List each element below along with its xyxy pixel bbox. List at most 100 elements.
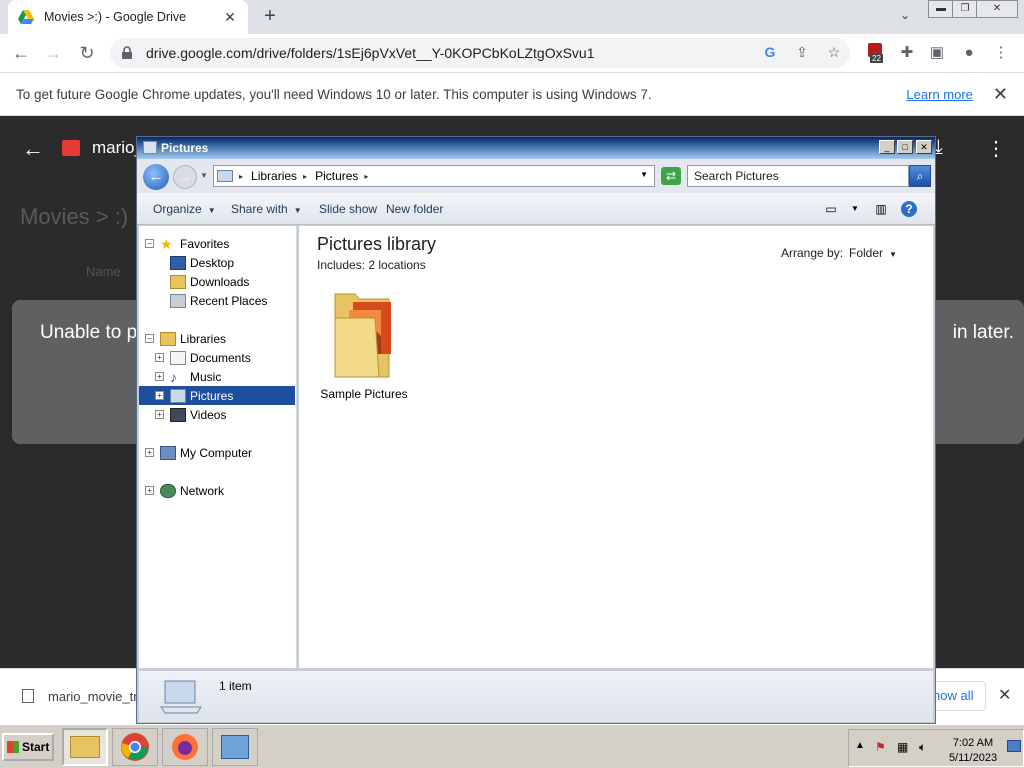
nav-favorites[interactable]: − ★ Favorites bbox=[145, 234, 301, 253]
infobar-close-icon[interactable]: ✕ bbox=[993, 84, 1008, 105]
profile-avatar-icon[interactable]: ● bbox=[958, 42, 980, 64]
nav-recent-places[interactable]: Recent Places bbox=[155, 291, 311, 310]
nav-pictures[interactable]: + Pictures bbox=[139, 386, 295, 405]
search-icon[interactable]: ⌕ bbox=[909, 165, 931, 187]
browser-tab[interactable]: Movies >:) - Google Drive ✕ bbox=[8, 0, 248, 34]
clock-time: 7:02 AM bbox=[952, 737, 994, 749]
nav-libraries[interactable]: − Libraries bbox=[145, 329, 301, 348]
action-center-icon[interactable]: ⚑ bbox=[875, 740, 886, 754]
name-column-header: Name bbox=[86, 264, 121, 279]
arrange-by-dropdown[interactable]: Folder ▼ bbox=[849, 246, 897, 260]
nav-videos[interactable]: + Videos bbox=[155, 405, 311, 424]
explorer-address-bar: ← → ▼ ▸ Libraries ▸ Pictures ▸ ▼ ⇄ Searc… bbox=[137, 159, 935, 193]
browser-toolbar: ← → ↻ drive.google.com/drive/folders/1sE… bbox=[0, 34, 1024, 72]
taskbar-firefox[interactable] bbox=[162, 728, 208, 766]
clock[interactable]: 7:02 AM 5/11/2023 bbox=[943, 736, 1003, 766]
help-icon[interactable]: ? bbox=[901, 201, 917, 217]
extensions-puzzle-icon[interactable]: ✚ bbox=[896, 42, 918, 64]
taskbar-explorer[interactable] bbox=[62, 728, 108, 766]
explorer-back-icon[interactable]: ← bbox=[143, 164, 169, 190]
preview-pane-icon[interactable]: ▥ bbox=[873, 201, 889, 217]
folder-item[interactable]: Sample Pictures bbox=[319, 288, 409, 401]
organize-button[interactable]: Organize ▼ bbox=[153, 202, 216, 216]
computer-icon bbox=[160, 445, 176, 460]
bookmark-star-icon[interactable]: ☆ bbox=[824, 42, 844, 62]
address-segment-libraries[interactable]: Libraries bbox=[251, 169, 297, 183]
update-infobar: To get future Google Chrome updates, you… bbox=[0, 72, 1024, 116]
nav-my-computer[interactable]: + My Computer bbox=[145, 443, 301, 462]
nav-documents[interactable]: + Documents bbox=[155, 348, 311, 367]
view-options-dropdown-icon[interactable]: ▼ bbox=[847, 201, 863, 217]
clock-date: 5/11/2023 bbox=[948, 752, 998, 764]
side-panel-icon[interactable]: ▣ bbox=[926, 42, 948, 64]
close-window-button[interactable]: ✕ bbox=[976, 0, 1018, 18]
firefox-icon bbox=[172, 734, 198, 760]
back-icon[interactable]: ← bbox=[10, 42, 32, 64]
taskbar-control-panel[interactable] bbox=[212, 728, 258, 766]
new-folder-button[interactable]: New folder bbox=[386, 202, 443, 216]
nav-downloads[interactable]: Downloads bbox=[155, 272, 311, 291]
explorer-titlebar[interactable]: Pictures _ □ ✕ bbox=[137, 137, 935, 159]
network-icon bbox=[160, 483, 176, 498]
tab-close-icon[interactable]: ✕ bbox=[222, 9, 238, 26]
extension-icon[interactable]: 22 bbox=[864, 42, 886, 64]
folder-icon bbox=[70, 736, 100, 758]
forward-icon[interactable]: → bbox=[42, 42, 64, 64]
start-button[interactable]: Start bbox=[2, 733, 54, 761]
desktop-icon bbox=[170, 255, 186, 270]
nav-network[interactable]: + Network bbox=[145, 481, 301, 500]
viewer-more-icon[interactable]: ⋮ bbox=[986, 136, 1006, 161]
download-bar-close-icon[interactable]: ✕ bbox=[998, 685, 1011, 705]
explorer-address-box[interactable]: ▸ Libraries ▸ Pictures ▸ ▼ bbox=[213, 165, 655, 187]
pictures-icon bbox=[170, 388, 186, 403]
infobar-message: To get future Google Chrome updates, you… bbox=[16, 86, 652, 102]
share-with-button[interactable]: Share with ▼ bbox=[231, 202, 302, 216]
system-tray: ▲ ⚑ ▦ 🔈︎ 7:02 AM 5/11/2023 bbox=[848, 729, 1024, 767]
tab-strip: Movies >:) - Google Drive ✕ + ⌄ ▬ ❐ ✕ bbox=[0, 0, 1024, 34]
download-file-name[interactable]: mario_movie_tr bbox=[48, 689, 138, 704]
error-text-left: Unable to p bbox=[40, 322, 138, 343]
pictures-library-icon bbox=[217, 170, 233, 182]
viewer-back-icon[interactable]: ← bbox=[22, 136, 44, 162]
show-hidden-icons[interactable]: ▲ bbox=[855, 740, 865, 751]
address-bar[interactable]: drive.google.com/drive/folders/1sEj6pVxV… bbox=[110, 38, 850, 68]
reload-icon[interactable]: ↻ bbox=[76, 42, 98, 64]
sample-pictures-folder-icon bbox=[334, 293, 391, 378]
tab-search-icon[interactable]: ⌄ bbox=[896, 8, 914, 26]
learn-more-link[interactable]: Learn more bbox=[906, 87, 972, 102]
library-includes-link[interactable]: Includes: 2 locations bbox=[317, 258, 426, 272]
change-view-icon[interactable]: ▭ bbox=[823, 201, 839, 217]
explorer-maximize-button[interactable]: □ bbox=[897, 140, 913, 154]
extension-badge: 22 bbox=[870, 54, 883, 63]
nav-music[interactable]: + ♪ Music bbox=[155, 367, 311, 386]
library-title: Pictures library bbox=[317, 234, 437, 254]
control-panel-icon bbox=[221, 735, 249, 759]
explorer-close-button[interactable]: ✕ bbox=[916, 140, 932, 154]
share-icon[interactable]: ⇪ bbox=[792, 42, 812, 62]
documents-icon bbox=[170, 350, 186, 365]
history-dropdown-icon[interactable]: ▼ bbox=[200, 171, 208, 180]
explorer-minimize-button[interactable]: _ bbox=[879, 140, 895, 154]
address-dropdown-icon[interactable]: ▼ bbox=[640, 170, 648, 179]
volume-icon[interactable]: 🔈︎ bbox=[919, 740, 926, 755]
google-lens-icon[interactable]: G bbox=[760, 42, 780, 62]
arrange-by-label: Arrange by: bbox=[781, 246, 844, 260]
minimize-button[interactable]: ▬ bbox=[928, 0, 954, 18]
nav-desktop[interactable]: Desktop bbox=[155, 253, 311, 272]
slide-show-button[interactable]: Slide show bbox=[319, 202, 377, 216]
error-text-right: in later. bbox=[952, 322, 1014, 343]
explorer-forward-icon[interactable]: → bbox=[173, 165, 197, 189]
video-file-icon bbox=[62, 140, 80, 156]
refresh-icon[interactable]: ⇄ bbox=[661, 167, 681, 185]
details-pane: 1 item bbox=[139, 670, 933, 722]
libraries-icon bbox=[160, 331, 176, 346]
new-tab-button[interactable]: + bbox=[258, 6, 282, 28]
address-segment-pictures[interactable]: Pictures bbox=[315, 169, 358, 183]
show-desktop-icon[interactable] bbox=[1007, 740, 1021, 752]
network-tray-icon[interactable]: ▦ bbox=[897, 740, 908, 754]
search-pictures-input[interactable]: Search Pictures bbox=[687, 165, 909, 187]
taskbar-chrome[interactable] bbox=[112, 728, 158, 766]
menu-kebab-icon[interactable]: ⋮ bbox=[990, 42, 1012, 64]
maximize-button[interactable]: ❐ bbox=[952, 0, 978, 18]
command-bar: Organize ▼ Share with ▼ Slide show New fol… bbox=[137, 193, 935, 225]
